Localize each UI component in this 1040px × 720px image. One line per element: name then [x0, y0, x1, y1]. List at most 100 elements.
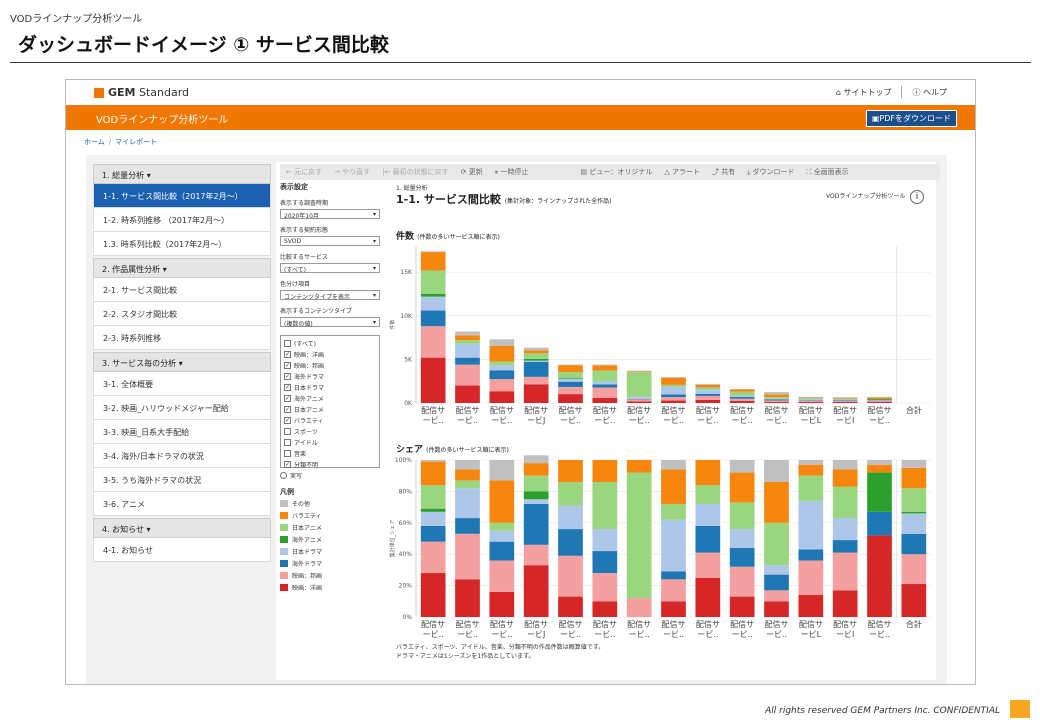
content-type-checkbox[interactable]: ✓ 日本ドラマ [284, 382, 376, 393]
bar-segment[interactable] [798, 549, 824, 561]
bar-segment[interactable] [626, 371, 652, 373]
bar-segment[interactable] [832, 400, 858, 402]
bar-segment[interactable] [523, 455, 549, 464]
sidebar-item[interactable]: 3-5. うち海外ドラマの状況 [93, 468, 271, 492]
bar-segment[interactable] [729, 396, 755, 399]
legend-item[interactable]: 日本アニメ [280, 521, 380, 533]
bar-segment[interactable] [798, 595, 824, 617]
sidebar-item[interactable]: 1-1. サービス間比較（2017年2月～） [93, 184, 271, 208]
bar-segment[interactable] [729, 400, 755, 403]
bar-segment[interactable] [592, 601, 618, 617]
bar-segment[interactable] [626, 370, 652, 372]
pause-button[interactable]: ⏸ 一時停止 [495, 167, 529, 177]
bar-segment[interactable] [489, 530, 515, 542]
bar-segment[interactable] [558, 371, 583, 379]
bar-segment[interactable] [798, 475, 824, 501]
sidebar-item[interactable]: 1.3. 時系列比較（2017年2月～） [93, 232, 271, 256]
bar-segment[interactable] [455, 469, 480, 481]
sidebar-item[interactable]: 3-6. アニメ [93, 492, 271, 516]
legend-item[interactable]: バラエティ [280, 509, 380, 521]
bar-segment[interactable] [729, 389, 755, 392]
bar-segment[interactable] [626, 472, 652, 599]
sidebar-section-header[interactable]: 3. サービス毎の分析 ▾ [93, 352, 271, 372]
bar-segment[interactable] [867, 400, 892, 402]
bar-segment[interactable] [420, 573, 446, 617]
bar-segment[interactable] [867, 399, 892, 401]
bar-segment[interactable] [489, 460, 515, 481]
bar-segment[interactable] [558, 460, 583, 482]
bar-segment[interactable] [661, 519, 686, 572]
bar-segment[interactable] [455, 533, 480, 580]
bar-segment[interactable] [558, 386, 583, 395]
bar-segment[interactable] [592, 551, 618, 574]
bar-segment[interactable] [798, 560, 824, 596]
bar-segment[interactable] [798, 396, 824, 398]
bar-segment[interactable] [901, 467, 927, 489]
bar-segment[interactable] [626, 460, 652, 473]
bar-segment[interactable] [489, 339, 515, 346]
bar-segment[interactable] [558, 378, 583, 379]
bar-segment[interactable] [420, 251, 446, 253]
bar-segment[interactable] [901, 513, 927, 534]
bar-segment[interactable] [832, 399, 858, 401]
bar-segment[interactable] [420, 357, 446, 403]
bar-segment[interactable] [832, 460, 858, 470]
bar-segment[interactable] [523, 362, 549, 377]
bar-segment[interactable] [489, 361, 515, 366]
bar-segment[interactable] [523, 347, 549, 351]
bar-segment[interactable] [558, 505, 583, 530]
bar-segment[interactable] [695, 485, 721, 504]
bar-segment[interactable] [626, 598, 652, 617]
bar-segment[interactable] [729, 547, 755, 567]
bar-segment[interactable] [832, 401, 858, 402]
bar-segment[interactable] [420, 525, 446, 542]
bar-segment[interactable] [455, 335, 480, 341]
undo-button[interactable]: ← 元に戻す [286, 167, 322, 177]
bar-segment[interactable] [558, 596, 583, 617]
content-type-checkbox[interactable]: ✓ 海外ドラマ [284, 371, 376, 382]
bar-segment[interactable] [695, 395, 721, 400]
bar-segment[interactable] [764, 590, 789, 602]
bar-segment[interactable] [420, 461, 446, 486]
bar-segment[interactable] [523, 358, 549, 361]
content-type-checkbox[interactable]: スポーツ [284, 426, 376, 437]
bar-segment[interactable] [523, 544, 549, 566]
fullscreen-button[interactable]: ⛶ 全画面表示 [807, 167, 849, 177]
bar-segment[interactable] [695, 387, 721, 390]
help-link[interactable]: ⓘ ヘルプ [912, 87, 947, 98]
bar-segment[interactable] [832, 398, 858, 400]
bar-segment[interactable] [764, 460, 789, 482]
bar-segment[interactable] [901, 533, 927, 555]
bar-segment[interactable] [661, 571, 686, 580]
content-type-checkbox[interactable]: アイドル [284, 437, 376, 448]
download-button[interactable]: ⤓ ダウンロード [747, 167, 794, 177]
bar-segment[interactable] [798, 460, 824, 465]
bar-segment[interactable] [729, 472, 755, 503]
bar-segment[interactable] [455, 331, 480, 336]
bar-segment[interactable] [661, 384, 686, 387]
bar-segment[interactable] [661, 469, 686, 504]
bar-segment[interactable] [661, 503, 686, 520]
bar-segment[interactable] [592, 397, 618, 403]
sidebar-item[interactable]: 2-3. 時系列推移 [93, 326, 271, 350]
bar-segment[interactable] [523, 463, 549, 476]
bar-segment[interactable] [455, 364, 480, 386]
legend-item[interactable]: 日本ドラマ [280, 545, 380, 557]
legend-item[interactable]: 映画：邦画 [280, 569, 380, 581]
bar-segment[interactable] [420, 511, 446, 526]
bar-segment[interactable] [523, 491, 549, 500]
bar-segment[interactable] [661, 460, 686, 470]
bar-segment[interactable] [764, 392, 789, 395]
bar-segment[interactable] [695, 384, 721, 388]
redo-button[interactable]: → やり直す [334, 167, 370, 177]
content-type-checkbox[interactable]: ✓ 海外アニメ [284, 393, 376, 404]
content-type-checkbox[interactable]: ✓ 映画：洋画 [284, 349, 376, 360]
bar-segment[interactable] [695, 503, 721, 526]
bar-segment[interactable] [832, 540, 858, 553]
bar-segment[interactable] [523, 360, 549, 363]
bar-segment[interactable] [695, 383, 721, 385]
bar-segment[interactable] [729, 596, 755, 617]
period-select[interactable]: 2020年10月 ▾ [280, 209, 380, 220]
live-action-radio[interactable]: 実写 [280, 470, 380, 481]
bar-segment[interactable] [592, 381, 618, 385]
